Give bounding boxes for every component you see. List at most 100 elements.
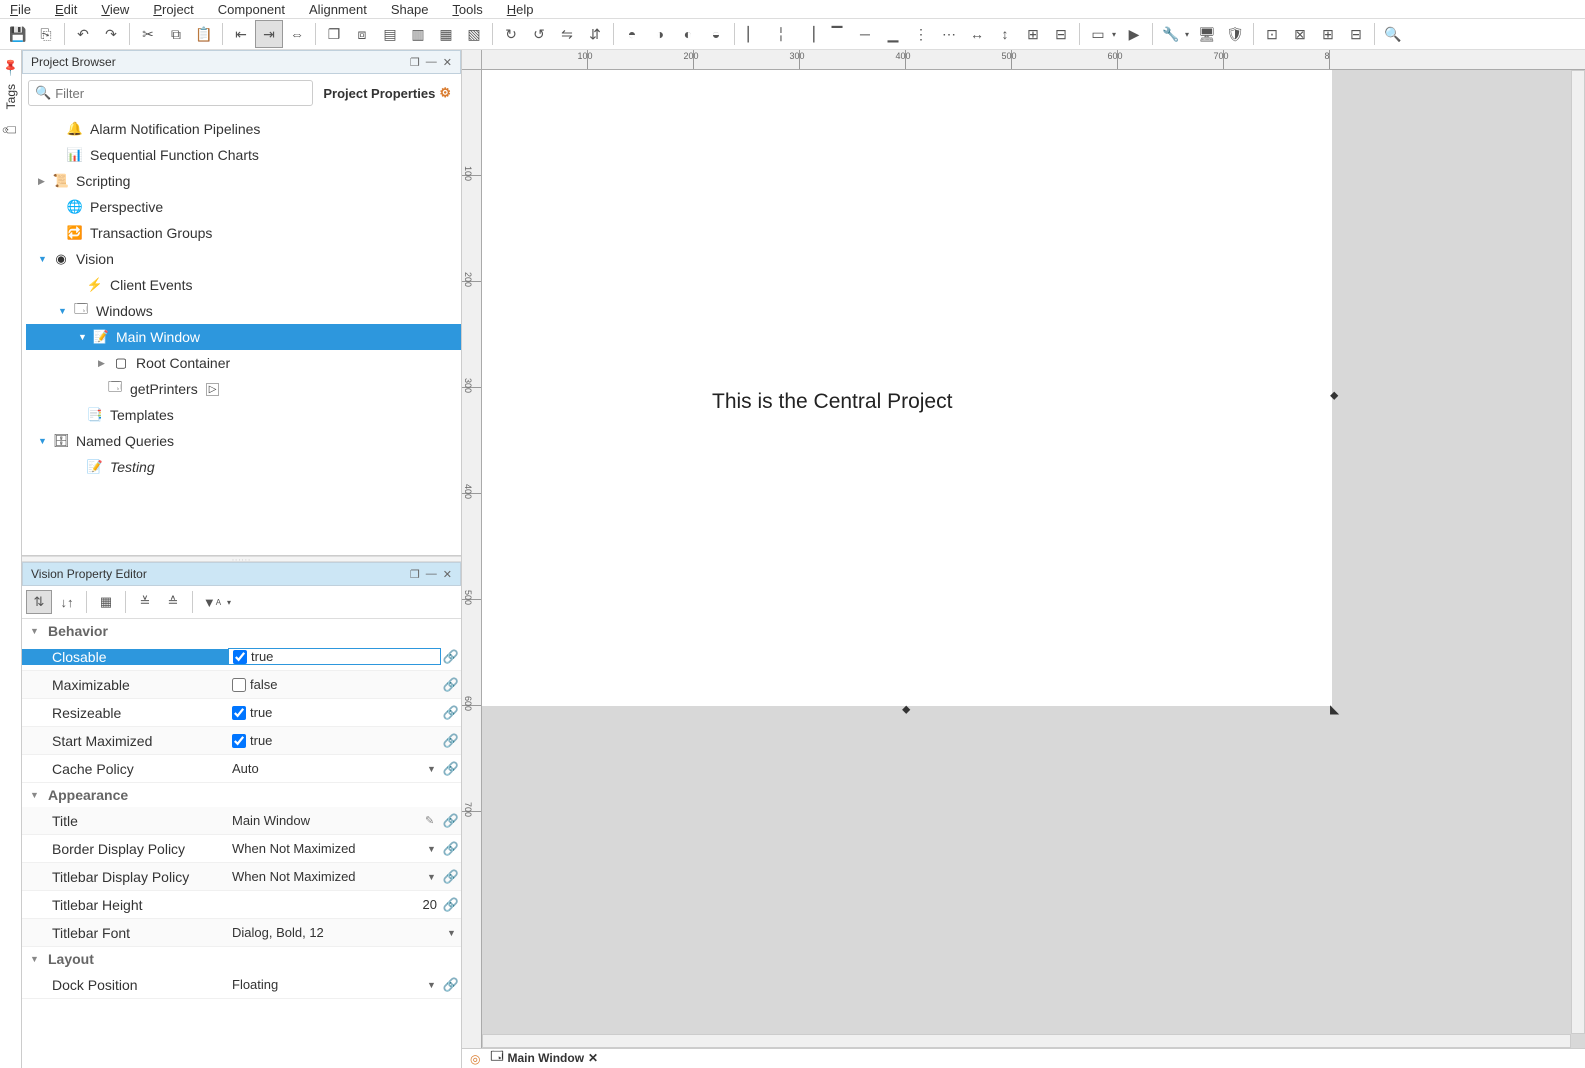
prop-titlebar-policy[interactable]: Titlebar Display Policy When Not Maximiz… bbox=[22, 863, 461, 891]
group-icon[interactable]: ❐ bbox=[320, 20, 348, 48]
snap2-icon[interactable]: ⊠ bbox=[1286, 20, 1314, 48]
bind-icon[interactable]: 🔗 bbox=[441, 677, 461, 693]
cat-behavior[interactable]: ▼Behavior bbox=[22, 619, 461, 643]
prop-title[interactable]: Title Main Window ✎ 🔗 bbox=[22, 807, 461, 835]
expand-icon[interactable]: ≚ bbox=[132, 590, 158, 614]
tab-main-window[interactable]: 🗔 Main Window ✕ bbox=[484, 1045, 604, 1068]
canvas-viewport[interactable]: This is the Central Project ⬥ ⬥ ◣ bbox=[482, 70, 1571, 1034]
align-left-icon[interactable]: ▏ bbox=[739, 20, 767, 48]
prop-titlebar-height[interactable]: Titlebar Height 20 🔗 bbox=[22, 891, 461, 919]
resize-handle-right[interactable]: ⬥ bbox=[1330, 388, 1340, 398]
prop-closable[interactable]: Closable true 🔗 bbox=[22, 643, 461, 671]
bind-icon[interactable]: 🔗 bbox=[441, 813, 461, 829]
filter-input[interactable]: 🔍 bbox=[28, 80, 313, 106]
front-icon[interactable]: ▤ bbox=[376, 20, 404, 48]
paste-icon[interactable]: 📋 bbox=[190, 20, 218, 48]
dropdown-icon[interactable]: ▼ bbox=[427, 872, 441, 882]
table-view-icon[interactable]: ▦ bbox=[93, 590, 119, 614]
dist-v-icon[interactable]: ⋯ bbox=[935, 20, 963, 48]
menu-help[interactable]: Help bbox=[507, 2, 534, 17]
tree-item-getprinters[interactable]: 🗔 getPrinters ▷ bbox=[26, 376, 461, 402]
monitor-icon[interactable]: 🖥 bbox=[1193, 20, 1221, 48]
collapse-icon[interactable]: ≙ bbox=[160, 590, 186, 614]
save-icon[interactable]: 💾 bbox=[4, 20, 32, 48]
align2-icon[interactable]: ⇥ bbox=[255, 20, 283, 48]
menu-project[interactable]: Project bbox=[153, 2, 193, 17]
tree-item-vision[interactable]: ▼ ◉ Vision bbox=[26, 246, 461, 272]
close-icon[interactable]: ✕ bbox=[443, 568, 452, 581]
menu-shape[interactable]: Shape bbox=[391, 2, 429, 17]
prop-maximizable[interactable]: Maximizable false 🔗 bbox=[22, 671, 461, 699]
zoom-icon[interactable]: 🔍 bbox=[1379, 20, 1407, 48]
same-size-icon[interactable]: ⊞ bbox=[1019, 20, 1047, 48]
tree-item-windows[interactable]: ▼ 🗔 Windows bbox=[26, 298, 461, 324]
tree-item-named-queries[interactable]: ▼ 🗄 Named Queries bbox=[26, 428, 461, 454]
dropdown-icon[interactable]: ▼ bbox=[427, 844, 441, 854]
sort-az-icon[interactable]: ↓↑ bbox=[54, 590, 80, 614]
tree-item-txn[interactable]: 🔁 Transaction Groups bbox=[26, 220, 461, 246]
snap1-icon[interactable]: ⊡ bbox=[1258, 20, 1286, 48]
menu-view[interactable]: View bbox=[101, 2, 129, 17]
tree-item-alarm[interactable]: 🔔 Alarm Notification Pipelines bbox=[26, 116, 461, 142]
project-properties-button[interactable]: Project Properties ⚙ bbox=[319, 80, 455, 106]
copy-icon[interactable]: ⧉ bbox=[162, 20, 190, 48]
minimize-icon[interactable]: — bbox=[426, 56, 437, 69]
window-surface[interactable]: This is the Central Project bbox=[482, 70, 1332, 706]
snap4-icon[interactable]: ⊟ bbox=[1342, 20, 1370, 48]
prop-cache-policy[interactable]: Cache Policy Auto ▼ 🔗 bbox=[22, 755, 461, 783]
play-icon[interactable]: ▶ bbox=[1120, 20, 1148, 48]
prop-titlebar-font[interactable]: Titlebar Font Dialog, Bold, 12 ▼ bbox=[22, 919, 461, 947]
tree-item-root-container[interactable]: ▶ ▢ Root Container bbox=[26, 350, 461, 376]
snap3-icon[interactable]: ⊞ bbox=[1314, 20, 1342, 48]
menu-tools[interactable]: Tools bbox=[452, 2, 482, 17]
align-right-icon[interactable]: ▕ bbox=[795, 20, 823, 48]
menu-component[interactable]: Component bbox=[218, 2, 285, 17]
align1-icon[interactable]: ⇤ bbox=[227, 20, 255, 48]
menu-file[interactable]: File bbox=[10, 2, 31, 17]
tags-tab[interactable]: Tags bbox=[2, 78, 20, 115]
tree-item-scripting[interactable]: ▶ 📜 Scripting bbox=[26, 168, 461, 194]
tree-item-templates[interactable]: 📑 Templates bbox=[26, 402, 461, 428]
exclude-icon[interactable]: ◒ bbox=[702, 20, 730, 48]
filter-icon[interactable]: ▼A bbox=[199, 590, 225, 614]
dropdown-icon[interactable]: ▼ bbox=[427, 764, 441, 774]
union-icon[interactable]: ◓ bbox=[618, 20, 646, 48]
bind-icon[interactable]: 🔗 bbox=[441, 705, 461, 721]
tree-item-client-events[interactable]: ⚡ Client Events bbox=[26, 272, 461, 298]
horizontal-scrollbar[interactable] bbox=[482, 1034, 1571, 1048]
bind-icon[interactable]: 🔗 bbox=[441, 733, 461, 749]
restore-icon[interactable]: ❐ bbox=[410, 568, 420, 581]
rotate-ccw-icon[interactable]: ↺ bbox=[525, 20, 553, 48]
resize-handle-corner[interactable]: ◣ bbox=[1330, 702, 1340, 712]
bind-icon[interactable]: 🔗 bbox=[441, 841, 461, 857]
undo-icon[interactable]: ↶ bbox=[69, 20, 97, 48]
pencil-icon[interactable]: ✎ bbox=[425, 814, 441, 827]
intersect-icon[interactable]: ◐ bbox=[674, 20, 702, 48]
menu-alignment[interactable]: Alignment bbox=[309, 2, 367, 17]
same-width-icon[interactable]: ↔ bbox=[963, 20, 991, 48]
backward-icon[interactable]: ▧ bbox=[460, 20, 488, 48]
ungroup-icon[interactable]: ⧈ bbox=[348, 20, 376, 48]
flip-h-icon[interactable]: ⇋ bbox=[553, 20, 581, 48]
flip-v-icon[interactable]: ⇵ bbox=[581, 20, 609, 48]
close-icon[interactable]: ✕ bbox=[443, 56, 452, 69]
shield-icon[interactable]: 🛡 bbox=[1221, 20, 1249, 48]
dropdown-icon[interactable]: ▼ bbox=[427, 980, 441, 990]
align-top-icon[interactable]: ▔ bbox=[823, 20, 851, 48]
sort-cat-icon[interactable]: ⇅ bbox=[26, 590, 52, 614]
prop-resizeable[interactable]: Resizeable true 🔗 bbox=[22, 699, 461, 727]
prop-border-policy[interactable]: Border Display Policy When Not Maximized… bbox=[22, 835, 461, 863]
rotate-cw-icon[interactable]: ↻ bbox=[497, 20, 525, 48]
align-center-icon[interactable]: ╎ bbox=[767, 20, 795, 48]
bind-icon[interactable]: 🔗 bbox=[441, 897, 461, 913]
vertical-scrollbar[interactable] bbox=[1571, 70, 1585, 1034]
bind-icon[interactable]: 🔗 bbox=[441, 761, 461, 777]
align-bottom-icon[interactable]: ▁ bbox=[879, 20, 907, 48]
minimize-icon[interactable]: — bbox=[426, 568, 437, 581]
tag-icon[interactable]: 🏷 bbox=[0, 120, 21, 141]
dropdown-icon[interactable]: ▼ bbox=[447, 928, 461, 938]
align3-icon[interactable]: ⇔ bbox=[283, 20, 311, 48]
save-all-icon[interactable]: ⎘ bbox=[32, 20, 60, 48]
target-icon[interactable]: ◎ bbox=[470, 1052, 480, 1066]
pin-icon[interactable]: 📌 bbox=[0, 57, 20, 77]
